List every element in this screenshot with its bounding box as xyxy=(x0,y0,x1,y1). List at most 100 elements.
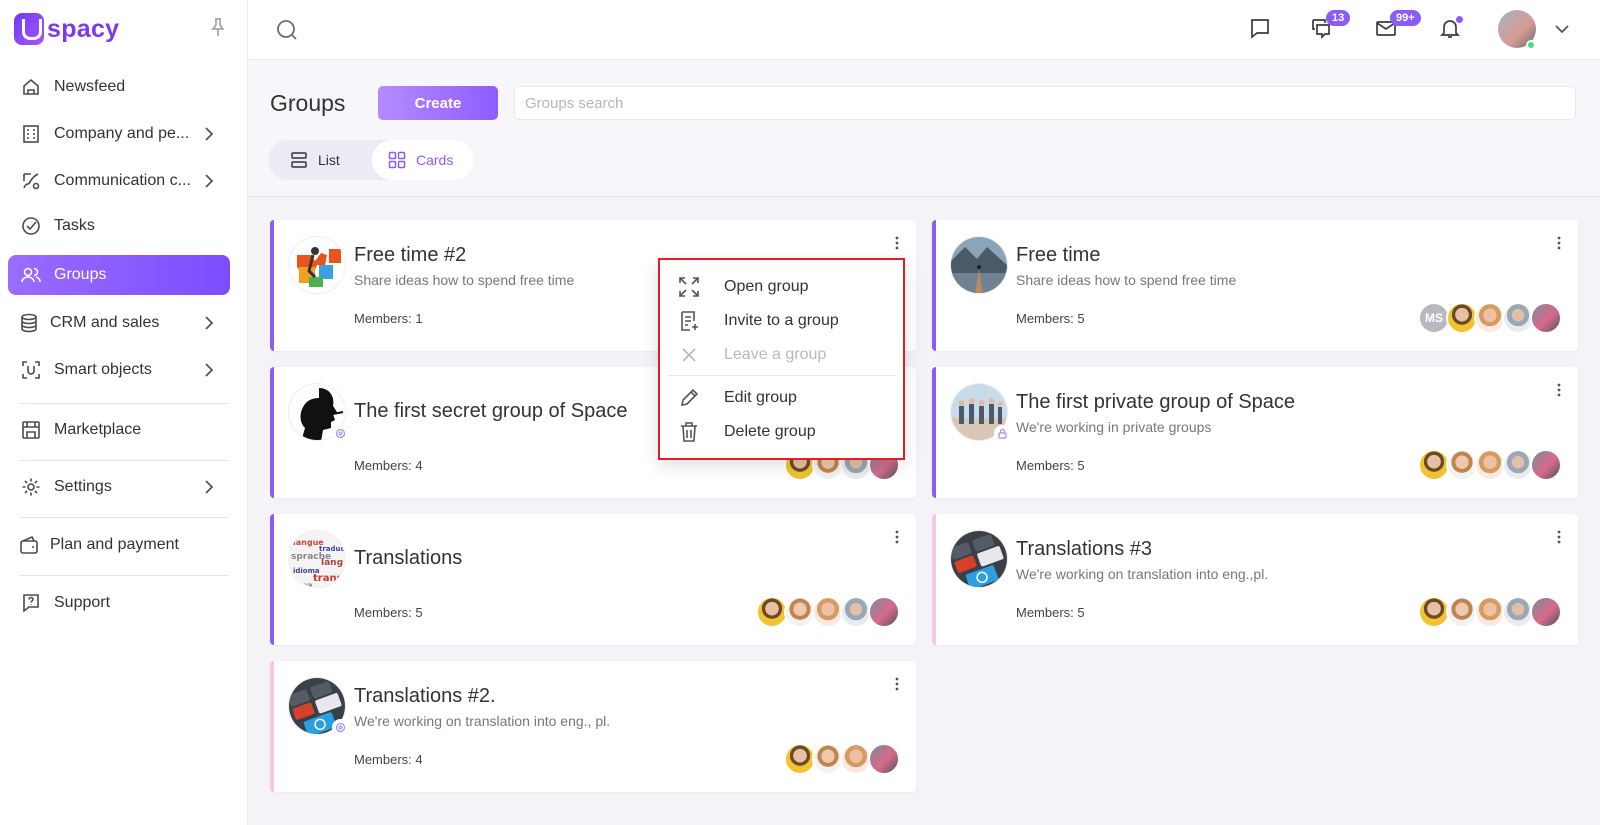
mail-button[interactable]: 99+ xyxy=(1374,10,1421,42)
check-circle-icon xyxy=(20,215,42,237)
sidebar: spacy Newsfeed Company and pe... Communi… xyxy=(0,0,248,825)
sidebar-item-tasks[interactable]: Tasks xyxy=(8,206,230,246)
group-description: Share ideas how to spend free time xyxy=(1016,272,1237,288)
group-card-first-private-group[interactable]: The first private group of Space We're w… xyxy=(932,367,1578,498)
group-card-free-time[interactable]: Free time Share ideas how to spend free … xyxy=(932,220,1578,351)
page-title: Groups xyxy=(270,90,346,116)
group-title[interactable]: Translations #2. xyxy=(354,685,496,708)
more-options-icon[interactable] xyxy=(1556,530,1562,544)
group-avatar xyxy=(950,530,1008,588)
group-members-count: Members: 1 xyxy=(354,311,423,326)
menu-item-delete-group[interactable]: Delete group xyxy=(660,415,903,449)
search-icon[interactable] xyxy=(276,19,298,41)
groups-search-input[interactable] xyxy=(514,86,1576,120)
notifications-button[interactable] xyxy=(1438,16,1464,42)
member-avatar[interactable] xyxy=(868,743,900,775)
scan-icon xyxy=(20,359,42,381)
group-description: Share ideas how to spend free time xyxy=(354,272,575,288)
member-avatars[interactable] xyxy=(1418,596,1562,628)
group-title[interactable]: Translations #3 xyxy=(1016,538,1152,561)
member-avatars[interactable] xyxy=(756,596,900,628)
group-card-translations[interactable]: languetraductionsprachelangidiomatransla… xyxy=(270,514,916,645)
page-header: Groups Create List Cards xyxy=(248,60,1600,197)
group-title[interactable]: Free time xyxy=(1016,244,1100,267)
grid-icon xyxy=(388,151,406,169)
group-title[interactable]: The first private group of Space xyxy=(1016,391,1295,414)
gear-icon xyxy=(20,476,42,498)
sidebar-item-company[interactable]: Company and pe... xyxy=(8,114,230,154)
list-icon xyxy=(291,152,307,168)
group-title[interactable]: Free time #2 xyxy=(354,244,466,267)
building-icon xyxy=(20,123,42,145)
chevron-down-icon[interactable] xyxy=(1554,22,1570,36)
group-title[interactable]: Translations xyxy=(354,547,462,570)
group-members-count: Members: 4 xyxy=(354,458,423,473)
sidebar-item-newsfeed[interactable]: Newsfeed xyxy=(8,67,230,107)
chat-badge: 13 xyxy=(1326,10,1351,26)
member-avatars[interactable] xyxy=(784,743,900,775)
logo[interactable]: spacy xyxy=(14,12,119,46)
logo-mark xyxy=(14,13,44,45)
menu-item-leave-group: Leave a group xyxy=(660,338,903,372)
sidebar-item-label: Support xyxy=(54,594,111,611)
sidebar-divider xyxy=(20,517,228,518)
cards-view-button[interactable]: Cards xyxy=(372,140,474,180)
sidebar-item-label: Newsfeed xyxy=(54,78,126,95)
chevron-right-icon xyxy=(205,363,214,377)
sidebar-item-settings[interactable]: Settings xyxy=(8,467,230,507)
chats-button[interactable]: 13 xyxy=(1310,10,1351,42)
sidebar-item-label: Plan and payment xyxy=(50,536,179,553)
member-avatar[interactable] xyxy=(1530,449,1562,481)
group-card-translations-2[interactable]: Translations #2. We're working on transl… xyxy=(270,661,916,792)
group-description: We're working on translation into eng., … xyxy=(354,713,611,729)
menu-item-invite[interactable]: Invite to a group xyxy=(660,304,903,338)
sidebar-item-communication[interactable]: Communication c... xyxy=(8,161,230,201)
expand-icon xyxy=(679,277,699,297)
sidebar-item-crm[interactable]: CRM and sales xyxy=(8,303,230,343)
sidebar-item-smart-objects[interactable]: Smart objects xyxy=(8,350,230,390)
store-icon xyxy=(20,419,42,441)
list-view-button[interactable]: List xyxy=(290,140,340,180)
more-options-icon[interactable] xyxy=(894,530,900,544)
more-options-icon[interactable] xyxy=(894,677,900,691)
pencil-icon xyxy=(680,388,699,407)
member-avatars[interactable] xyxy=(1418,449,1562,481)
sidebar-divider xyxy=(20,460,228,461)
group-card-translations-3[interactable]: Translations #3 We're working on transla… xyxy=(932,514,1578,645)
group-members-count: Members: 5 xyxy=(1016,605,1085,620)
close-icon xyxy=(682,348,696,362)
list-view-label: List xyxy=(318,152,340,168)
member-avatar[interactable] xyxy=(1530,302,1562,334)
group-avatar: languetraductionsprachelangidiomatransla… xyxy=(288,530,346,588)
member-avatar[interactable] xyxy=(868,596,900,628)
messages-button[interactable] xyxy=(1248,16,1274,42)
sidebar-item-plan-payment[interactable]: Plan and payment xyxy=(8,525,230,565)
sidebar-item-label: Communication c... xyxy=(54,172,191,189)
sidebar-item-label: Marketplace xyxy=(54,421,142,438)
chevron-right-icon xyxy=(205,316,214,330)
sidebar-item-groups[interactable]: Groups xyxy=(8,255,230,295)
communication-icon xyxy=(20,170,42,192)
secret-group-icon xyxy=(332,719,349,736)
mail-badge: 99+ xyxy=(1390,10,1421,26)
pin-icon[interactable] xyxy=(210,17,226,37)
member-avatars[interactable]: MS xyxy=(1418,302,1562,334)
menu-item-edit-group[interactable]: Edit group xyxy=(660,381,903,415)
menu-item-label: Edit group xyxy=(724,389,797,406)
sidebar-item-label: Tasks xyxy=(54,217,95,234)
menu-item-open-group[interactable]: Open group xyxy=(660,270,903,304)
create-group-button[interactable]: Create xyxy=(378,86,498,120)
group-title[interactable]: The first secret group of Space xyxy=(354,400,627,423)
more-options-icon[interactable] xyxy=(1556,383,1562,397)
more-options-icon[interactable] xyxy=(894,236,900,250)
sidebar-item-marketplace[interactable]: Marketplace xyxy=(8,410,230,450)
home-icon xyxy=(20,76,42,98)
more-options-icon[interactable] xyxy=(1556,236,1562,250)
group-members-count: Members: 5 xyxy=(1016,311,1085,326)
message-square-icon xyxy=(1251,19,1269,39)
group-members-count: Members: 4 xyxy=(354,752,423,767)
sidebar-item-label: CRM and sales xyxy=(50,314,160,331)
member-avatar[interactable] xyxy=(1530,596,1562,628)
sidebar-item-support[interactable]: Support xyxy=(8,583,230,623)
users-icon xyxy=(20,264,42,286)
